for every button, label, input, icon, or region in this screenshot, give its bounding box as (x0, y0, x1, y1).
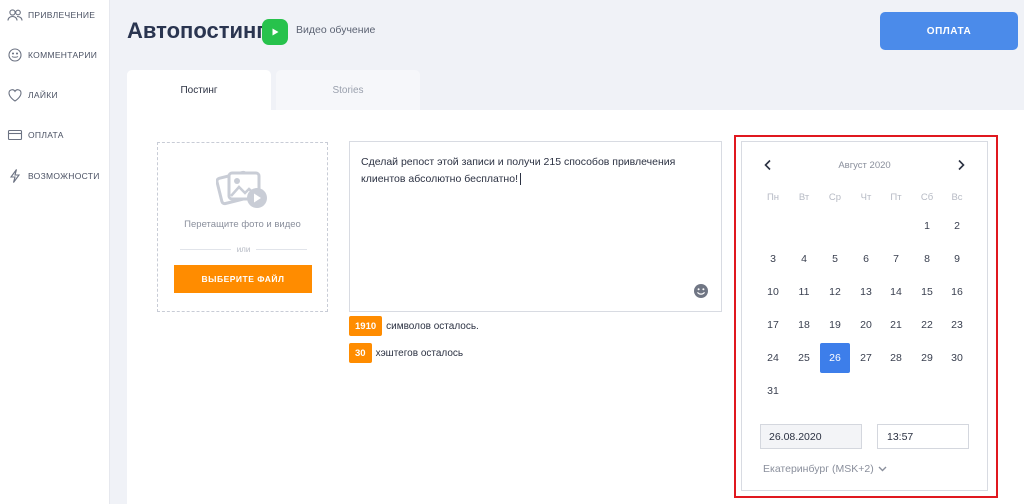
calendar-day[interactable]: 9 (942, 244, 972, 274)
calendar-day[interactable]: 18 (789, 310, 819, 340)
photo-video-icon (216, 170, 267, 208)
calendar-day[interactable]: 11 (789, 277, 819, 307)
calendar-day[interactable]: 20 (851, 310, 881, 340)
choose-file-button[interactable]: ВЫБЕРИТЕ ФАЙЛ (174, 265, 312, 293)
calendar-day[interactable]: 17 (758, 310, 788, 340)
dropzone-hint: Перетащите фото и видео (184, 219, 301, 230)
or-divider: или (180, 243, 308, 255)
heart-icon (7, 87, 23, 103)
sidebar-item-features[interactable]: ВОЗМОЖНОСТИ (7, 167, 100, 185)
weekday-label: Пт (890, 192, 902, 203)
sidebar-item-acquisition[interactable]: ПРИВЛЕЧЕНИЕ (7, 6, 95, 24)
calendar-month: Август 2020 (838, 160, 891, 171)
calendar-day[interactable]: 6 (851, 244, 881, 274)
weekday-label: Пн (766, 192, 780, 203)
calendar-day[interactable]: 10 (758, 277, 788, 307)
calendar-day[interactable]: 21 (881, 310, 911, 340)
chevron-down-icon (878, 466, 887, 472)
calendar-day[interactable]: 12 (820, 277, 850, 307)
hashtags-counter: 30 хэштегов осталось (349, 343, 463, 363)
text-caret (520, 173, 521, 186)
calendar-day[interactable]: 27 (851, 343, 881, 373)
sidebar-item-likes[interactable]: ЛАЙКИ (7, 86, 58, 104)
calendar-day[interactable]: 29 (912, 343, 942, 373)
lightning-icon (7, 168, 23, 184)
hashtags-badge: 30 (349, 343, 372, 363)
weekday-label: Сб (920, 192, 934, 203)
chars-counter: 1910 символов осталось. (349, 316, 479, 336)
calendar-day[interactable]: 25 (789, 343, 819, 373)
calendar-day[interactable]: 23 (942, 310, 972, 340)
calendar-day[interactable]: 2 (942, 211, 972, 241)
timezone-label: Екатеринбург (MSK+2) (763, 463, 874, 475)
post-text: Сделай репост этой записи и получи 215 с… (361, 156, 676, 185)
chevron-right-icon (958, 159, 965, 171)
weekday-label: Вс (951, 192, 963, 203)
calendar-day[interactable]: 28 (881, 343, 911, 373)
chars-text: символов осталось. (386, 320, 479, 332)
video-tutorial-label[interactable]: Видео обучение (296, 24, 375, 36)
date-picker: Август 2020 Пн Вт Ср Чт Пт Сб Вс 1 2 3 4 5 6 7 8 9 10 11… (741, 141, 988, 491)
media-dropzone[interactable]: Перетащите фото и видео или ВЫБЕРИТЕ ФАЙ… (157, 142, 328, 312)
video-tutorial-button[interactable] (262, 19, 288, 45)
calendar-day[interactable]: 8 (912, 244, 942, 274)
sidebar: ПРИВЛЕЧЕНИЕ КОММЕНТАРИИ ЛАЙКИ ОПЛАТА ВОЗ… (0, 0, 110, 504)
calendar-day-selected[interactable]: 26 (820, 343, 850, 373)
next-month-button[interactable] (954, 158, 968, 172)
chars-badge: 1910 (349, 316, 383, 336)
calendar-day[interactable]: 30 (942, 343, 972, 373)
calendar-day[interactable]: 3 (758, 244, 788, 274)
sidebar-item-comments[interactable]: КОММЕНТАРИИ (7, 46, 97, 64)
calendar-day[interactable]: 15 (912, 277, 942, 307)
calendar-day[interactable]: 13 (851, 277, 881, 307)
chat-icon (7, 47, 23, 63)
calendar-day[interactable]: 5 (820, 244, 850, 274)
pay-button[interactable]: ОПЛАТА (880, 12, 1018, 50)
sidebar-item-payment[interactable]: ОПЛАТА (7, 126, 64, 144)
date-field[interactable] (760, 424, 862, 449)
play-icon (272, 28, 279, 36)
page-title: Автопостинг (127, 18, 266, 43)
emoji-icon[interactable] (693, 283, 709, 299)
sidebar-item-label: ЛАЙКИ (28, 90, 58, 100)
sidebar-item-label: ВОЗМОЖНОСТИ (28, 171, 100, 181)
users-icon (7, 7, 23, 23)
calendar-day[interactable]: 7 (881, 244, 911, 274)
calendar-day[interactable]: 31 (758, 376, 788, 406)
calendar-day[interactable]: 24 (758, 343, 788, 373)
timezone-select[interactable]: Екатеринбург (MSK+2) (763, 463, 887, 475)
calendar-day[interactable]: 19 (820, 310, 850, 340)
hashtags-text: хэштегов осталось (375, 347, 464, 359)
calendar-day[interactable]: 16 (942, 277, 972, 307)
post-textarea[interactable]: Сделай репост этой записи и получи 215 с… (349, 141, 722, 312)
sidebar-item-label: КОММЕНТАРИИ (28, 50, 98, 60)
tab-posting[interactable]: Постинг (127, 70, 271, 110)
weekday-label: Вт (798, 192, 810, 203)
calendar-day[interactable]: 14 (881, 277, 911, 307)
sidebar-item-label: ПРИВЛЕЧЕНИЕ (28, 10, 96, 20)
calendar-day[interactable]: 22 (912, 310, 942, 340)
tab-stories[interactable]: Stories (276, 70, 420, 110)
card-icon (7, 127, 23, 143)
calendar-day[interactable]: 1 (912, 211, 942, 241)
time-field[interactable] (877, 424, 969, 449)
calendar-day[interactable]: 4 (789, 244, 819, 274)
sidebar-item-label: ОПЛАТА (28, 130, 64, 140)
weekday-label: Ср (828, 192, 842, 203)
weekday-label: Чт (860, 192, 872, 203)
